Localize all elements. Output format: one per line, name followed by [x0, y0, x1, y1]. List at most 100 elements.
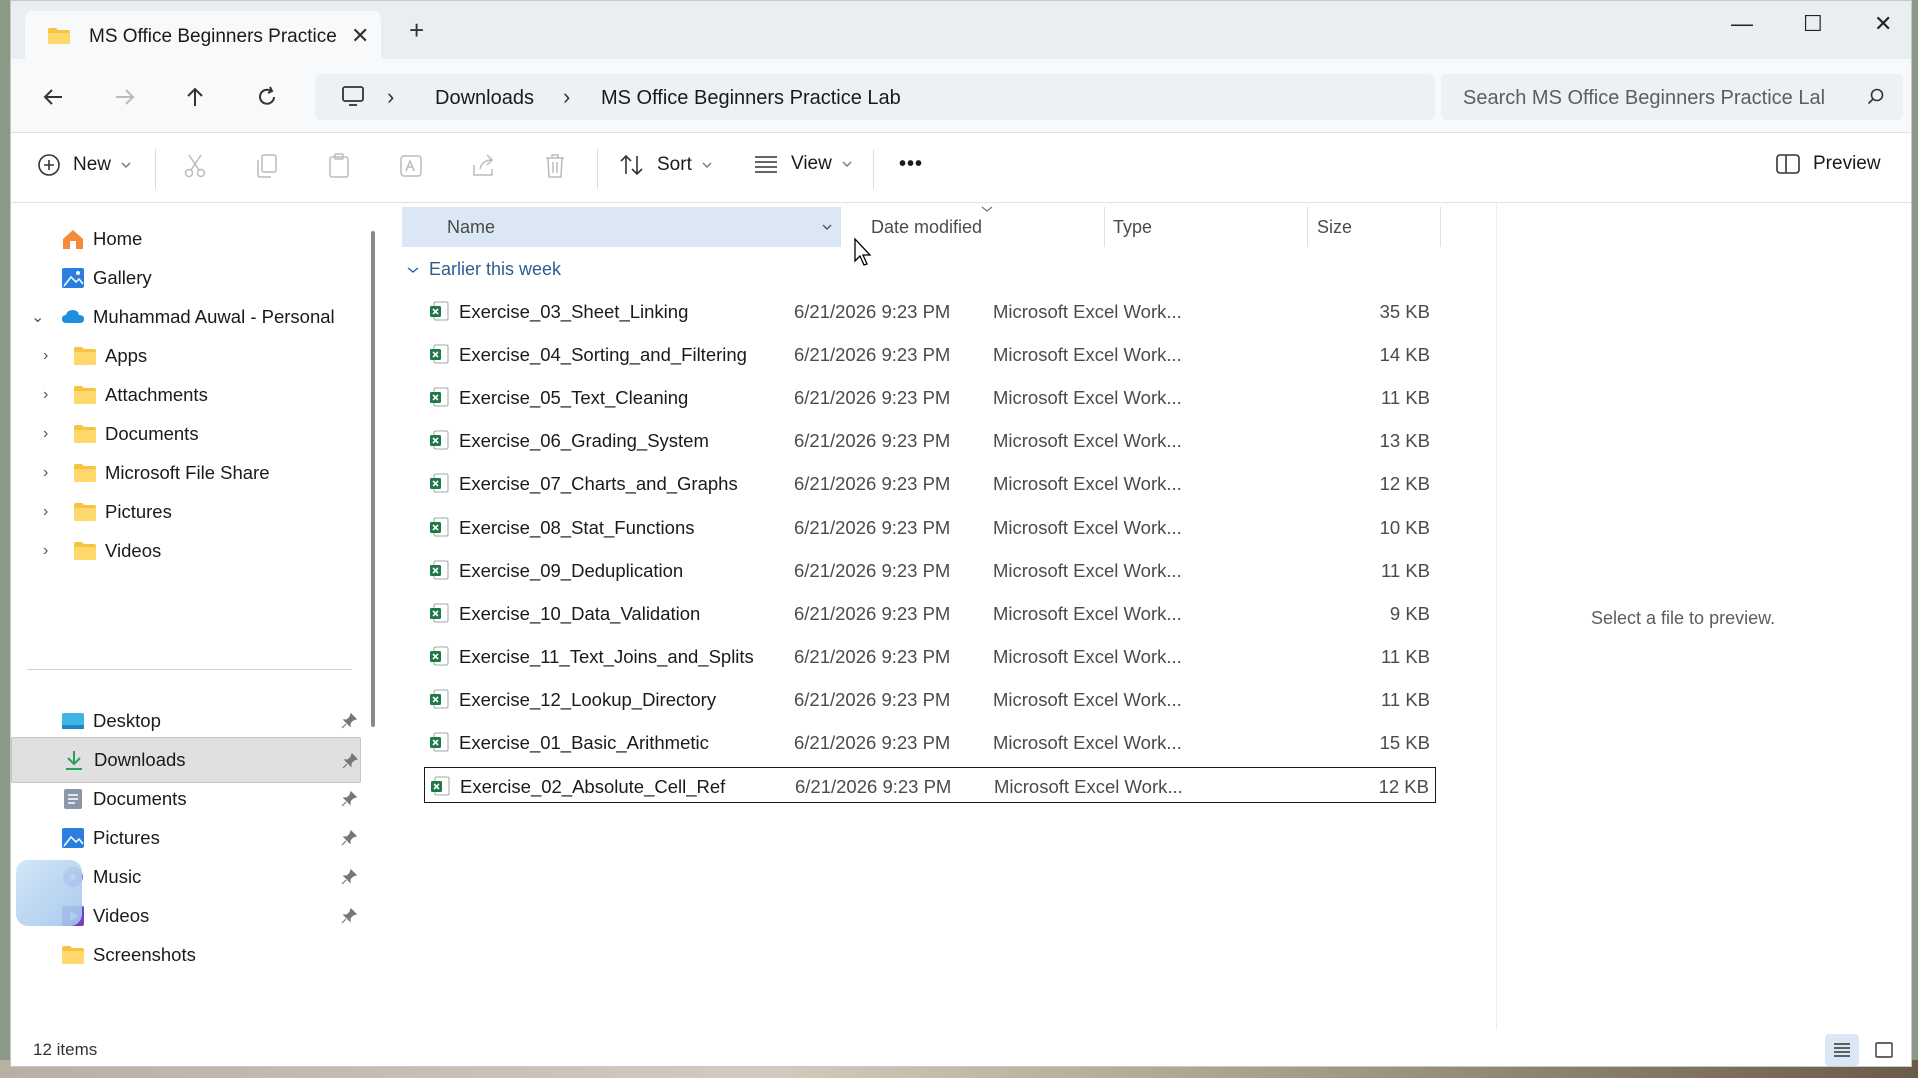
- tab-current[interactable]: MS Office Beginners Practice ✕: [25, 11, 381, 59]
- download-icon: [66, 751, 82, 770]
- arrow-right-icon: [116, 89, 135, 105]
- delete-icon[interactable]: [543, 153, 567, 179]
- see-more-button[interactable]: •••: [899, 153, 923, 176]
- excel-file-icon: [430, 517, 449, 536]
- mouse-cursor: [854, 237, 872, 266]
- copy-icon[interactable]: [255, 153, 279, 179]
- breadcrumb-downloads[interactable]: Downloads: [435, 87, 534, 110]
- pin-icon[interactable]: [341, 908, 357, 924]
- sidebar-item-screenshots[interactable]: Screenshots: [11, 932, 361, 978]
- preview-placeholder-text: Select a file to preview.: [1591, 608, 1776, 628]
- file-row[interactable]: Exercise_03_Sheet_Linking 6/21/2026 9:23 …: [424, 293, 1436, 329]
- column-divider[interactable]: [1440, 207, 1441, 247]
- file-date-modified: 6/21/2026 9:23 PM: [794, 301, 951, 322]
- file-row[interactable]: Exercise_11_Text_Joins_and_Splits 6/21/20…: [424, 638, 1436, 674]
- chevron-down-icon: [842, 161, 852, 167]
- folder-icon: [74, 425, 96, 443]
- details-view-button[interactable]: [1825, 1034, 1859, 1066]
- file-row[interactable]: Exercise_10_Data_Validation 6/21/2026 9:2…: [424, 595, 1436, 631]
- maximize-button[interactable]: ☐: [1803, 11, 1823, 37]
- back-button[interactable]: [37, 81, 69, 113]
- up-button[interactable]: [179, 81, 211, 113]
- pin-icon[interactable]: [341, 830, 357, 846]
- new-button[interactable]: New: [37, 153, 131, 177]
- preview-pane-button[interactable]: Preview: [1775, 153, 1881, 175]
- chevron-right-icon[interactable]: ›: [43, 503, 48, 521]
- sidebar-item-label: Music: [93, 866, 142, 887]
- group-header[interactable]: Earlier this week: [407, 259, 561, 280]
- minimize-button[interactable]: —: [1731, 11, 1753, 37]
- column-header-name[interactable]: Name: [402, 207, 840, 247]
- sidebar-item-label: Desktop: [93, 710, 161, 731]
- refresh-button[interactable]: [251, 81, 283, 113]
- folder-icon: [74, 542, 96, 560]
- toolbar-divider: [155, 149, 156, 189]
- file-date-modified: 6/21/2026 9:23 PM: [794, 559, 951, 581]
- file-row[interactable]: Exercise_04_Sorting_and_Filtering 6/21/20…: [424, 336, 1436, 372]
- file-size: 11 KB: [1380, 688, 1430, 710]
- chevron-right-icon[interactable]: ›: [43, 425, 48, 443]
- file-row[interactable]: Exercise_09_Deduplication 6/21/2026 9:23 …: [424, 552, 1436, 588]
- address-bar[interactable]: › Downloads › MS Office Beginners Practi…: [315, 74, 1435, 120]
- file-row[interactable]: Exercise_08_Stat_Functions 6/21/2026 9:23…: [424, 509, 1436, 545]
- view-button[interactable]: View: [753, 153, 852, 175]
- sidebar-item-videos-onedrive[interactable]: › Videos: [11, 528, 361, 574]
- large-icons-view-button[interactable]: [1867, 1034, 1901, 1066]
- file-row[interactable]: Exercise_05_Text_Cleaning 6/21/2026 9:23 …: [424, 379, 1436, 415]
- column-header-label: Date modified: [871, 216, 983, 237]
- file-name: Exercise_05_Text_Cleaning: [459, 387, 689, 409]
- pin-icon[interactable]: [342, 753, 358, 769]
- chevron-right-icon[interactable]: ›: [43, 386, 48, 404]
- file-type: Microsoft Excel Work...: [993, 732, 1182, 753]
- pin-icon[interactable]: [341, 791, 357, 807]
- column-header-date[interactable]: Date modified: [871, 206, 993, 247]
- column-divider[interactable]: [840, 207, 841, 247]
- rename-icon[interactable]: [399, 153, 425, 179]
- search-input[interactable]: Search MS Office Beginners Practice Lal: [1463, 87, 1853, 110]
- file-row[interactable]: Exercise_02_Absolute_Cell_Ref 6/21/2026 9…: [424, 767, 1436, 804]
- file-row[interactable]: Exercise_01_Basic_Arithmetic 6/21/2026 9:…: [424, 724, 1436, 760]
- column-divider[interactable]: [1104, 207, 1105, 247]
- breadcrumb-current-folder[interactable]: MS Office Beginners Practice Lab: [601, 87, 901, 110]
- pin-icon[interactable]: [341, 713, 357, 729]
- file-date-modified: 6/21/2026 9:23 PM: [794, 387, 951, 409]
- cut-icon[interactable]: [183, 153, 207, 179]
- folder-icon: [74, 347, 96, 365]
- column-header-type[interactable]: Type: [1113, 207, 1152, 247]
- column-header-size[interactable]: Size: [1317, 207, 1352, 247]
- chevron-right-icon[interactable]: ›: [43, 347, 48, 365]
- file-date-modified: 6/21/2026 9:23 PM: [794, 344, 951, 366]
- file-type: Microsoft Excel Work...: [993, 645, 1182, 667]
- file-name: Exercise_10_Data_Validation: [459, 602, 701, 624]
- pin-icon[interactable]: [341, 869, 357, 885]
- chevron-right-icon[interactable]: ›: [43, 464, 48, 482]
- file-row[interactable]: Exercise_07_Charts_and_Graphs 6/21/2026 9…: [424, 465, 1436, 501]
- chevron-down-icon[interactable]: ⌄: [31, 307, 44, 327]
- close-window-button[interactable]: ✕: [1874, 11, 1892, 37]
- floating-app-icon[interactable]: [16, 860, 82, 926]
- chevron-right-icon[interactable]: ›: [43, 542, 48, 560]
- file-size: 14 KB: [1379, 344, 1430, 366]
- file-row[interactable]: Exercise_12_Lookup_Directory 6/21/2026 9:…: [424, 681, 1436, 717]
- sort-button[interactable]: Sort: [619, 153, 712, 177]
- search-box[interactable]: Search MS Office Beginners Practice Lal: [1441, 74, 1903, 120]
- view-label: View: [791, 153, 832, 174]
- file-type: Microsoft Excel Work...: [993, 344, 1182, 366]
- sidebar-item-label: Videos: [105, 540, 162, 561]
- file-size: 15 KB: [1379, 732, 1430, 753]
- sidebar-scrollbar[interactable]: [371, 231, 375, 727]
- share-icon[interactable]: [471, 153, 497, 179]
- paste-icon[interactable]: [327, 153, 351, 179]
- column-divider[interactable]: [1307, 207, 1308, 247]
- sidebar-item-label: Gallery: [93, 267, 152, 288]
- file-type: Microsoft Excel Work...: [993, 430, 1182, 452]
- new-tab-button[interactable]: +: [409, 17, 424, 43]
- file-name: Exercise_09_Deduplication: [459, 559, 684, 581]
- item-count: 12 items: [33, 1040, 98, 1059]
- file-name: Exercise_06_Grading_System: [459, 430, 709, 452]
- close-tab-icon[interactable]: ✕: [351, 23, 369, 49]
- forward-button[interactable]: [109, 81, 141, 113]
- file-size: 11 KB: [1380, 387, 1430, 409]
- chevron-down-icon[interactable]: [822, 223, 832, 231]
- file-row[interactable]: Exercise_06_Grading_System 6/21/2026 9:23…: [424, 422, 1436, 458]
